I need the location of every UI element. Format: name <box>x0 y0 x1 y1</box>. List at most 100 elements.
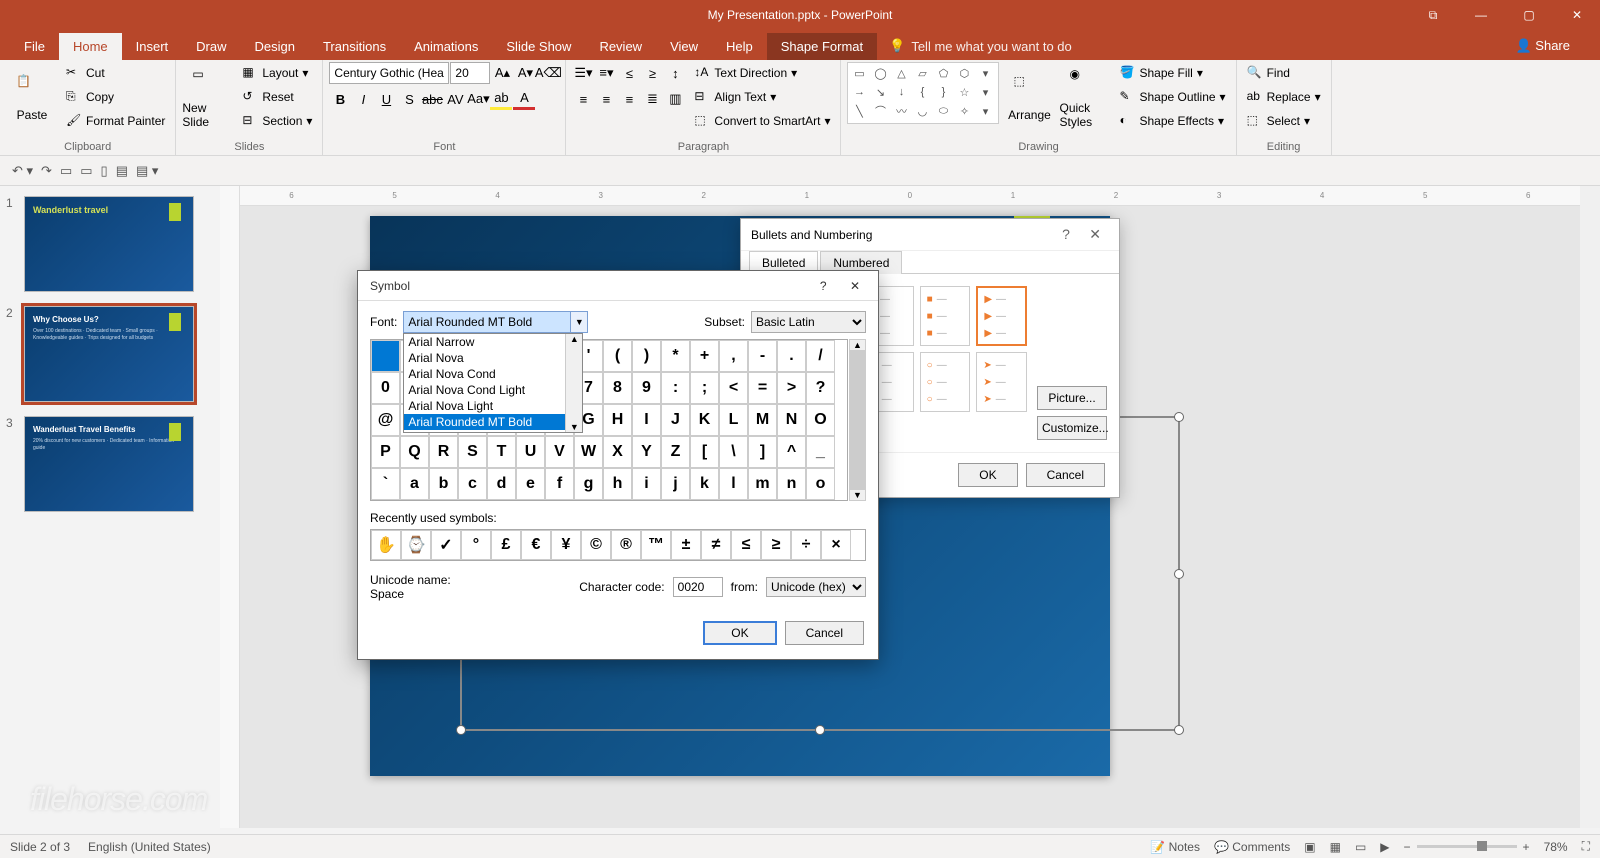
redo-button[interactable]: ↷ <box>41 163 52 179</box>
increase-font-icon[interactable]: A▴ <box>491 62 513 84</box>
symbol-cell[interactable]: Y <box>632 436 661 468</box>
copy-button[interactable]: ⎘Copy <box>62 86 169 108</box>
numbering-button[interactable]: ≡▾ <box>595 62 617 84</box>
symbol-cell[interactable]: i <box>632 468 661 500</box>
underline-button[interactable]: U <box>375 88 397 110</box>
tab-view[interactable]: View <box>656 33 712 60</box>
bullets-button[interactable]: ☰▾ <box>572 62 594 84</box>
help-button[interactable]: ? <box>1054 222 1078 246</box>
ribbon-options-icon[interactable]: ⧉ <box>1410 0 1456 30</box>
symbol-cell[interactable]: _ <box>806 436 835 468</box>
spacing-button[interactable]: AV <box>444 88 466 110</box>
qat-item[interactable]: ▭ <box>80 163 92 179</box>
align-right-button[interactable]: ≡ <box>618 88 640 110</box>
symbol-cell[interactable]: ` <box>371 468 400 500</box>
symbol-cell[interactable]: < <box>719 372 748 404</box>
view-slideshow-icon[interactable]: ▶ <box>1380 840 1389 854</box>
view-reading-icon[interactable]: ▭ <box>1355 840 1366 854</box>
font-option[interactable]: Bahnschrift <box>404 430 582 433</box>
symbol-cell[interactable]: n <box>777 468 806 500</box>
cut-button[interactable]: ✂Cut <box>62 62 169 84</box>
shape-fill-button[interactable]: 🪣Shape Fill ▾ <box>1115 62 1229 84</box>
symbol-cell[interactable]: Z <box>661 436 690 468</box>
charcode-input[interactable] <box>673 577 723 597</box>
case-button[interactable]: Aa▾ <box>467 88 489 110</box>
shapes-gallery[interactable]: ▭◯△▱⬠⬡▾ →↘↓{}☆▾ ╲⌒〰◡⬭✧▾ <box>847 62 999 124</box>
symbol-cell[interactable]: * <box>661 340 690 372</box>
zoom-level[interactable]: 78% <box>1544 840 1568 854</box>
highlight-button[interactable]: ab <box>490 88 512 110</box>
recent-symbol[interactable]: ¥ <box>551 530 581 560</box>
clear-format-icon[interactable]: A⌫ <box>537 62 559 84</box>
zoom-in-icon[interactable]: + <box>1523 840 1530 854</box>
indent-right-button[interactable]: ≥ <box>641 62 663 84</box>
symbol-cell[interactable]: ) <box>632 340 661 372</box>
text-direction-button[interactable]: ↕AText Direction ▾ <box>690 62 834 84</box>
resize-handle[interactable] <box>1174 412 1184 422</box>
from-select[interactable]: Unicode (hex) <box>766 577 866 597</box>
qat-item[interactable]: ▤ <box>116 163 128 179</box>
symbol-cell[interactable] <box>371 340 400 372</box>
symbol-cell[interactable]: ; <box>690 372 719 404</box>
decrease-font-icon[interactable]: A▾ <box>514 62 536 84</box>
close-icon[interactable]: ✕ <box>1081 222 1109 246</box>
symbol-cell[interactable]: R <box>429 436 458 468</box>
tell-me-search[interactable]: 💡 Tell me what you want to do <box>877 32 1084 60</box>
symbol-cell[interactable]: + <box>690 340 719 372</box>
help-button[interactable]: ? <box>810 273 837 299</box>
recent-symbol[interactable]: ✓ <box>431 530 461 560</box>
font-dropdown-input[interactable] <box>403 311 588 333</box>
resize-handle[interactable] <box>1174 569 1184 579</box>
font-color-button[interactable]: A <box>513 88 535 110</box>
symbol-cell[interactable]: ] <box>748 436 777 468</box>
symbol-cell[interactable]: ( <box>603 340 632 372</box>
tab-help[interactable]: Help <box>712 33 767 60</box>
symbol-cell[interactable]: N <box>777 404 806 436</box>
italic-button[interactable]: I <box>352 88 374 110</box>
arrange-button[interactable]: ⬚Arrange <box>1003 62 1055 134</box>
symbol-cell[interactable]: ^ <box>777 436 806 468</box>
symbol-cell[interactable]: [ <box>690 436 719 468</box>
symbol-cell[interactable]: - <box>748 340 777 372</box>
recent-symbol[interactable]: ⌚ <box>401 530 431 560</box>
bullet-option[interactable]: ○—○—○— <box>920 352 971 412</box>
font-option[interactable]: Arial Nova <box>404 350 582 366</box>
symbol-cell[interactable]: = <box>748 372 777 404</box>
resize-handle[interactable] <box>815 725 825 735</box>
replace-button[interactable]: abReplace ▾ <box>1243 86 1325 108</box>
symbol-cell[interactable]: P <box>371 436 400 468</box>
qat-item[interactable]: ▭ <box>60 163 72 179</box>
font-option[interactable]: Arial Nova Cond Light <box>404 382 582 398</box>
chevron-down-icon[interactable]: ▼ <box>570 311 588 333</box>
list-scrollbar[interactable]: ▲▼ <box>565 334 582 432</box>
notes-button[interactable]: 📝 Notes <box>1150 840 1200 854</box>
shadow-button[interactable]: S <box>398 88 420 110</box>
align-center-button[interactable]: ≡ <box>595 88 617 110</box>
vertical-scrollbar[interactable] <box>1580 186 1600 828</box>
align-left-button[interactable]: ≡ <box>572 88 594 110</box>
tab-shape-format[interactable]: Shape Format <box>767 33 877 60</box>
slide-counter[interactable]: Slide 2 of 3 <box>10 840 70 854</box>
maximize-button[interactable]: ▢ <box>1506 0 1552 30</box>
layout-button[interactable]: ▦Layout ▾ <box>238 62 316 84</box>
new-slide-button[interactable]: ▭ New Slide <box>182 62 234 134</box>
symbol-cell[interactable]: g <box>574 468 603 500</box>
symbol-cell[interactable]: 8 <box>603 372 632 404</box>
symbol-cell[interactable]: e <box>516 468 545 500</box>
tab-draw[interactable]: Draw <box>182 33 240 60</box>
recent-symbol[interactable]: ≤ <box>731 530 761 560</box>
cancel-button[interactable]: Cancel <box>1026 463 1105 487</box>
symbol-cell[interactable]: h <box>603 468 632 500</box>
recent-symbol[interactable]: ≥ <box>761 530 791 560</box>
symbol-cell[interactable]: : <box>661 372 690 404</box>
symbol-cell[interactable]: d <box>487 468 516 500</box>
recent-symbol[interactable]: ° <box>461 530 491 560</box>
symbol-cell[interactable]: U <box>516 436 545 468</box>
tab-review[interactable]: Review <box>585 33 656 60</box>
close-button[interactable]: ✕ <box>1554 0 1600 30</box>
symbol-cell[interactable]: M <box>748 404 777 436</box>
reset-button[interactable]: ↺Reset <box>238 86 316 108</box>
recent-symbol[interactable]: ≠ <box>701 530 731 560</box>
resize-handle[interactable] <box>1174 725 1184 735</box>
font-name-input[interactable] <box>329 62 449 84</box>
